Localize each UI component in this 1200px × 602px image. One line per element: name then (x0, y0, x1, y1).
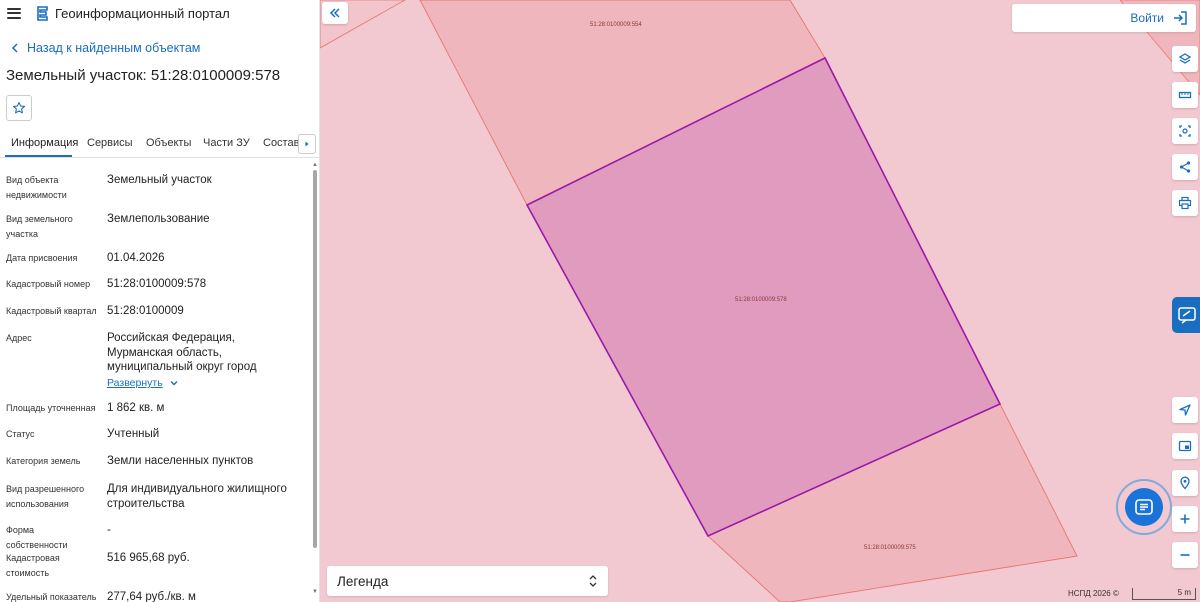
locate-icon (1179, 404, 1191, 416)
property-value: Для индивидуального жилищного строительс… (107, 483, 287, 510)
area-select-button[interactable] (1172, 118, 1198, 144)
property-label: Кадастровый квартал (6, 306, 97, 316)
chevron-left-icon (11, 43, 18, 53)
legend-dropdown[interactable]: Легенда (327, 566, 608, 596)
property-label: Адрес (6, 333, 32, 343)
portal-logo-icon (37, 5, 48, 21)
chevron-right-icon (305, 141, 309, 147)
parcel-label-center: 51:28:0100009:578 (735, 297, 787, 303)
back-to-results-link[interactable]: Назад к найденным объектам (9, 41, 200, 55)
feedback-icon (1178, 307, 1196, 324)
property-value: Учтенный (107, 428, 160, 440)
scroll-up-icon[interactable]: ▲ (312, 162, 318, 168)
property-label: Форма собственности (6, 525, 68, 550)
layers-icon (1178, 53, 1192, 64)
property-label: Вид объекта недвижимости (6, 175, 67, 200)
page-title: Земельный участок: 51:28:0100009:578 (6, 67, 281, 84)
share-button[interactable] (1172, 154, 1198, 180)
locate-button[interactable] (1172, 397, 1198, 423)
geo-pin-icon (1180, 476, 1190, 490)
login-label: Войти (1130, 11, 1164, 25)
property-value: Земельный участок (107, 174, 212, 186)
parcel-label-bottom: 51:28:0100009:575 (864, 545, 916, 551)
favorite-button[interactable] (6, 95, 32, 121)
side-panel-tab[interactable] (1172, 297, 1200, 333)
active-tab-indicator (5, 155, 72, 157)
layers-button[interactable] (1172, 46, 1198, 72)
property-label: Удельный показатель (6, 592, 97, 602)
property-label: Категория земель (6, 456, 81, 466)
property-value: Землепользование (107, 213, 210, 225)
expand-address-link[interactable]: Развернуть (107, 377, 179, 389)
object-tabs: Информация Сервисы Объекты Части ЗУ Сост… (0, 130, 319, 158)
parcel-layer: 51:28:0100009:554 51:28:0100009:578 51:2… (320, 0, 1200, 602)
area-select-icon (1179, 125, 1191, 137)
plus-icon (1180, 514, 1190, 524)
property-label: Дата присвоения (6, 253, 78, 263)
minus-icon (1180, 554, 1190, 556)
collapse-sidebar-button[interactable] (322, 2, 348, 24)
chevron-down-icon (170, 381, 178, 386)
print-button[interactable] (1172, 190, 1198, 216)
sidebar-scrollbar[interactable]: ▲ ▼ (311, 162, 319, 602)
measure-button[interactable] (1172, 82, 1198, 108)
zoom-out-button[interactable] (1172, 542, 1198, 568)
map-attribution: НСПД 2026 © (1068, 589, 1119, 598)
geo-button[interactable] (1172, 470, 1198, 496)
parcel-label-top: 51:28:0100009:554 (590, 22, 642, 28)
scrollbar-thumb[interactable] (313, 170, 317, 548)
properties-list: Вид объекта недвижимости Земельный участ… (0, 168, 310, 602)
map-scale-bar: 5 m (1132, 588, 1196, 600)
tab-services[interactable]: Сервисы (87, 137, 133, 149)
app-header: Геоинформационный портал (0, 0, 319, 26)
property-label: Вид земельного участка (6, 214, 73, 239)
legend-label: Легенда (337, 573, 389, 589)
star-icon (12, 101, 26, 114)
back-link-label: Назад к найденным объектам (27, 41, 201, 55)
tabs-scroll-right-button[interactable] (298, 134, 316, 154)
property-value: 516 965,68 руб. (107, 552, 190, 564)
tab-objects[interactable]: Объекты (146, 137, 191, 149)
address-value: Российская Федерация, Мурманская область… (107, 332, 257, 373)
property-value: 1 862 кв. м (107, 402, 165, 414)
chat-button[interactable] (1116, 479, 1172, 535)
property-value: 51:28:0100009:578 (107, 278, 207, 290)
chat-ring (1116, 479, 1172, 535)
updown-chevron-icon (589, 575, 597, 587)
tab-composition[interactable]: Состав (263, 137, 299, 149)
tab-land-parts[interactable]: Части ЗУ (203, 137, 250, 149)
minimap-icon (1178, 440, 1192, 452)
print-icon (1178, 196, 1192, 210)
hamburger-icon[interactable] (7, 7, 21, 19)
zoom-in-button[interactable] (1172, 506, 1198, 532)
property-label: Вид разрешенного использования (6, 484, 85, 509)
ruler-icon (1178, 91, 1192, 99)
property-label: Кадастровая стоимость (6, 553, 60, 578)
map-view[interactable]: 51:28:0100009:554 51:28:0100009:578 51:2… (320, 0, 1200, 602)
property-value: Земли населенных пунктов (107, 455, 254, 467)
double-chevron-left-icon (329, 8, 340, 18)
expand-label: Развернуть (107, 377, 163, 389)
scroll-down-icon[interactable]: ▼ (312, 589, 318, 595)
property-label: Площадь уточненная (6, 403, 96, 413)
property-label: Статус (6, 429, 35, 439)
app-title: Геоинформационный портал (55, 5, 230, 21)
login-button[interactable]: Войти (1012, 4, 1196, 32)
property-value: 01.04.2026 (107, 252, 165, 264)
tab-information[interactable]: Информация (11, 137, 78, 149)
login-icon (1174, 11, 1187, 25)
property-value: 277,64 руб./кв. м (107, 591, 196, 602)
property-value: - (107, 524, 111, 536)
property-label: Кадастровый номер (6, 279, 91, 289)
property-value: 51:28:0100009 (107, 305, 184, 317)
sidebar-panel: Геоинформационный портал Назад к найденн… (0, 0, 320, 602)
minimap-button[interactable] (1172, 433, 1198, 459)
share-icon (1179, 161, 1191, 173)
